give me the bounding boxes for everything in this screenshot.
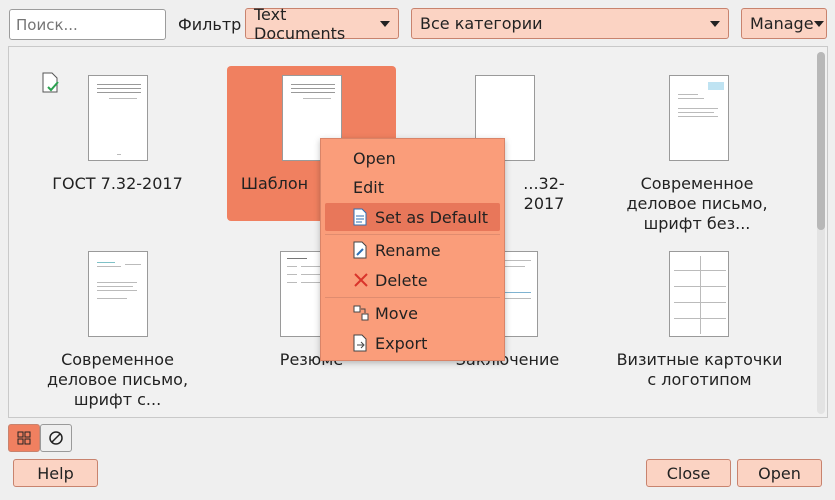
document-icon xyxy=(353,208,367,226)
close-label: Close xyxy=(666,463,711,483)
category-value: Все категории xyxy=(420,14,543,33)
template-label: Современное деловое письмо, шрифт с... xyxy=(46,350,189,409)
open-label: Open xyxy=(758,463,801,483)
chevron-down-icon xyxy=(813,20,824,27)
scrollbar-thumb[interactable] xyxy=(817,52,825,230)
template-item[interactable]: Современное деловое письмо, шрифт без... xyxy=(612,66,787,233)
menu-item-label: Export xyxy=(375,333,428,353)
block-icon xyxy=(49,431,63,445)
menu-item-label: Rename xyxy=(375,240,441,260)
menu-item-label: Delete xyxy=(375,270,428,290)
grid-icon xyxy=(17,431,31,445)
search-input[interactable] xyxy=(9,9,166,40)
grid-view-button[interactable] xyxy=(8,424,40,452)
menu-item-export[interactable]: Export xyxy=(325,329,500,357)
help-label: Help xyxy=(37,463,74,483)
doc-type-value: Text Documents xyxy=(254,4,346,43)
template-thumbnail xyxy=(88,251,148,337)
menu-item-open[interactable]: Open xyxy=(325,144,500,172)
menu-separator xyxy=(325,234,500,235)
menu-item-label: Set as Default xyxy=(375,207,489,227)
category-dropdown[interactable]: Все категории xyxy=(411,8,729,39)
menu-item-edit[interactable]: Edit xyxy=(325,173,500,201)
list-view-button[interactable] xyxy=(40,424,72,452)
template-item[interactable]: Современное деловое письмо, шрифт с... xyxy=(30,242,205,409)
template-item[interactable]: Визитные карточки с логотипом xyxy=(612,242,787,392)
rename-icon xyxy=(353,241,367,259)
template-label: ГОСТ 7.32-2017 xyxy=(52,174,183,193)
template-label: Визитные карточки с логотипом xyxy=(616,350,783,389)
manage-button[interactable]: Manage xyxy=(741,8,827,39)
template-label: Шаблон xyxy=(240,174,309,193)
template-label: ...32-2017 xyxy=(523,174,565,213)
help-button[interactable]: Help xyxy=(13,459,98,487)
menu-item-delete[interactable]: Delete xyxy=(325,266,500,294)
menu-separator xyxy=(325,297,500,298)
menu-item-set-default[interactable]: Set as Default xyxy=(325,203,500,231)
manage-label: Manage xyxy=(750,14,814,33)
menu-item-label: Open xyxy=(353,148,396,168)
chevron-down-icon xyxy=(380,20,390,27)
menu-item-move[interactable]: Move xyxy=(325,299,500,327)
menu-item-label: Edit xyxy=(353,177,384,197)
menu-item-rename[interactable]: Rename xyxy=(325,236,500,264)
template-label: Современное деловое письмо, шрифт без... xyxy=(626,174,768,233)
move-icon xyxy=(353,305,369,321)
open-button[interactable]: Open xyxy=(737,459,822,487)
delete-icon xyxy=(353,272,369,288)
export-icon xyxy=(353,334,367,352)
filter-label: Фильтр xyxy=(178,15,242,34)
chevron-down-icon xyxy=(710,20,720,27)
context-menu: Open Edit Set as Default Rename Delete M… xyxy=(320,138,505,361)
template-thumbnail xyxy=(669,75,729,161)
close-button[interactable]: Close xyxy=(646,459,731,487)
doc-type-dropdown[interactable]: Text Documents xyxy=(245,5,399,43)
menu-item-label: Move xyxy=(375,303,418,323)
template-thumbnail xyxy=(669,251,729,337)
template-item[interactable]: ГОСТ 7.32-2017 xyxy=(30,66,205,206)
template-thumbnail xyxy=(88,75,148,161)
